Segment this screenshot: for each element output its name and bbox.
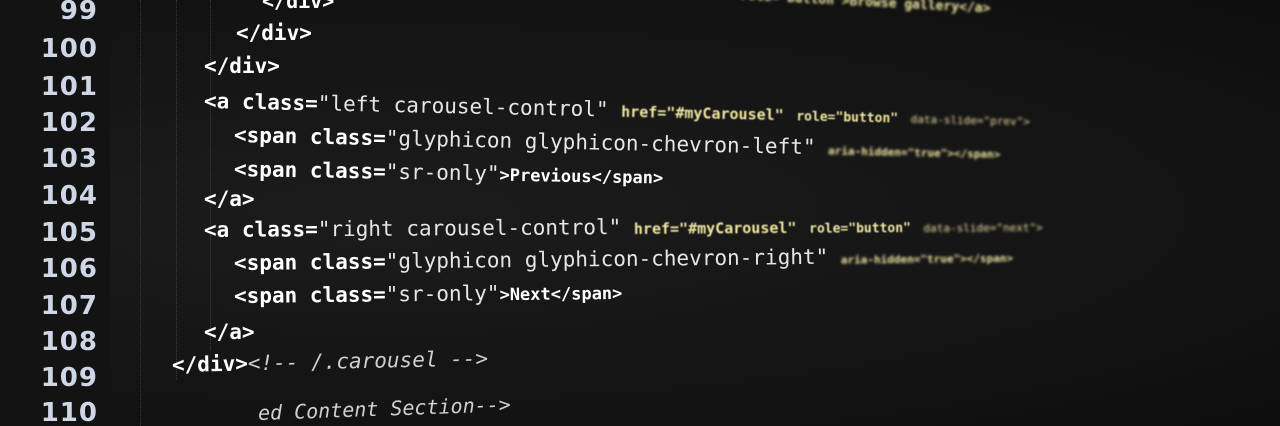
code-token: data-slide="next"> [923,221,1043,235]
code-token: "sr-only" [385,281,500,307]
code-token: class= [241,89,319,116]
code-token: href="#myCarousel" [633,218,797,238]
code-line: </div> [262,0,334,16]
code-token: class= [241,217,318,242]
code-token: </div> [236,21,312,45]
code-token: </div> [262,0,335,13]
code-token: </div> [204,54,280,78]
code-token: role="button" [796,109,899,127]
code-comment: ed Content Section--> [257,392,512,425]
code-token: "left carousel-control" [317,91,609,122]
code-token: >Next</span> [499,283,623,306]
code-token: role="button">Browse gallery</a> [739,0,991,17]
code-line: </div><!-- /.carousel --> [172,343,489,380]
code-token: aria-hidden="true"></span> [827,144,1001,162]
code-token: class= [309,282,386,308]
code-line: </div> [236,18,312,48]
code-token: class= [309,158,386,184]
code-token: role="button" [809,221,911,237]
code-token: >Previous</span> [499,165,664,189]
code-token: class= [309,124,386,151]
code-line: </a> [204,184,255,214]
code-token: data-slide="prev"> [910,112,1031,129]
code-line: role="button">Browse gallery</a> [739,0,991,25]
code-line: <span class="sr-only">Next</span> [234,277,623,313]
code-token: class= [309,249,386,275]
code-token: <span [233,283,298,308]
code-token: <span [233,123,298,149]
code-token: <a [203,217,230,242]
code-line: ed Content Section--> [257,389,512,426]
code-token: "sr-only" [385,159,500,186]
code-token: "right carousel-control" [317,215,622,242]
code-token: href="#myCarousel" [620,102,784,125]
code-line: <span class="sr-only">Previous</span> [234,154,664,193]
code-line: </a> [204,317,255,347]
code-token: </div> [171,351,249,377]
code-area[interactable]: </div> role="button">Browse gallery</a> … [0,0,1280,426]
code-token: "glyphicon glyphicon-chevron-right" [385,244,829,274]
code-editor[interactable]: 99 100 101 102 103 104 105 106 107 108 1… [0,0,1280,426]
code-token: aria-hidden="true"></span> [840,251,1014,267]
code-token: "glyphicon glyphicon-chevron-left" [385,126,816,160]
code-token: <span [233,250,298,275]
code-token: </a> [204,187,255,211]
code-line: <span class="glyphicon glyphicon-chevron… [234,240,1013,282]
code-token: </a> [204,320,255,344]
code-comment: <!-- /.carousel --> [247,346,489,376]
code-line: </div> [204,51,280,81]
code-token: <span [233,157,298,183]
code-token: <a [203,89,230,114]
